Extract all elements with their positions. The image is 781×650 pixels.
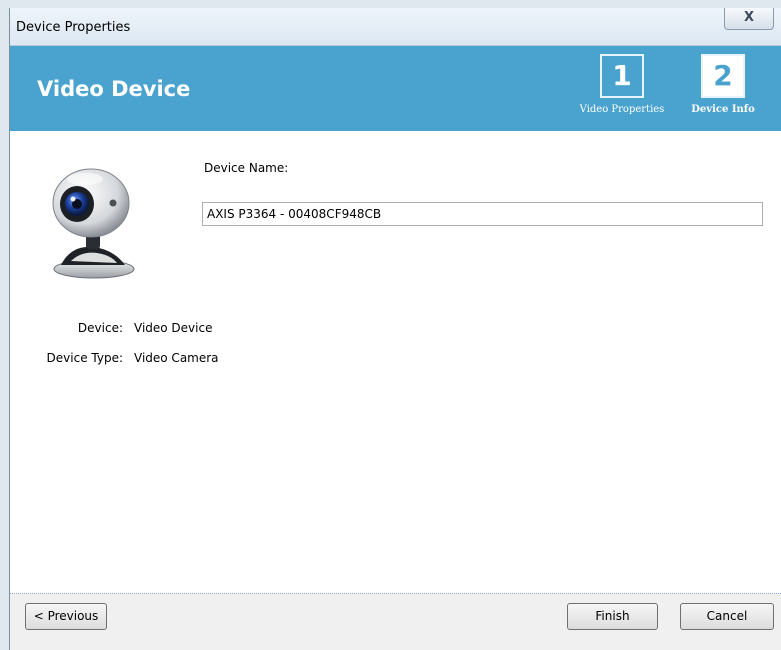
device-value: Video Device bbox=[134, 321, 213, 335]
device-properties-window: Device Properties X Video Device 1 Video… bbox=[9, 8, 781, 650]
previous-button[interactable]: < Previous bbox=[25, 603, 107, 630]
page-title: Video Device bbox=[37, 77, 191, 101]
step-video-properties[interactable]: 1 Video Properties bbox=[576, 54, 668, 115]
window-title: Device Properties bbox=[16, 20, 131, 35]
title-bar: Device Properties X bbox=[10, 8, 781, 46]
close-button[interactable]: X bbox=[724, 8, 774, 30]
webcam-icon bbox=[52, 168, 135, 279]
step-label: Video Properties bbox=[579, 104, 665, 115]
step-device-info[interactable]: 2 Device Info bbox=[683, 54, 763, 115]
device-label: Device: bbox=[77, 321, 123, 335]
step-number: 1 bbox=[600, 54, 644, 98]
cancel-button[interactable]: Cancel bbox=[680, 603, 774, 630]
step-label: Device Info bbox=[691, 104, 755, 115]
device-name-input[interactable] bbox=[202, 202, 763, 226]
device-name-label: Device Name: bbox=[204, 161, 289, 175]
device-type-value: Video Camera bbox=[134, 351, 219, 365]
wizard-header: Video Device 1 Video Properties 2 Device… bbox=[10, 46, 781, 131]
device-info-panel: Device Name: Device: Video Device Device… bbox=[10, 131, 781, 594]
close-icon: X bbox=[743, 10, 755, 25]
device-type-label: Device Type: bbox=[46, 351, 123, 365]
step-number: 2 bbox=[701, 54, 745, 98]
finish-button[interactable]: Finish bbox=[567, 603, 658, 630]
wizard-footer: < Previous Finish Cancel bbox=[10, 594, 781, 650]
